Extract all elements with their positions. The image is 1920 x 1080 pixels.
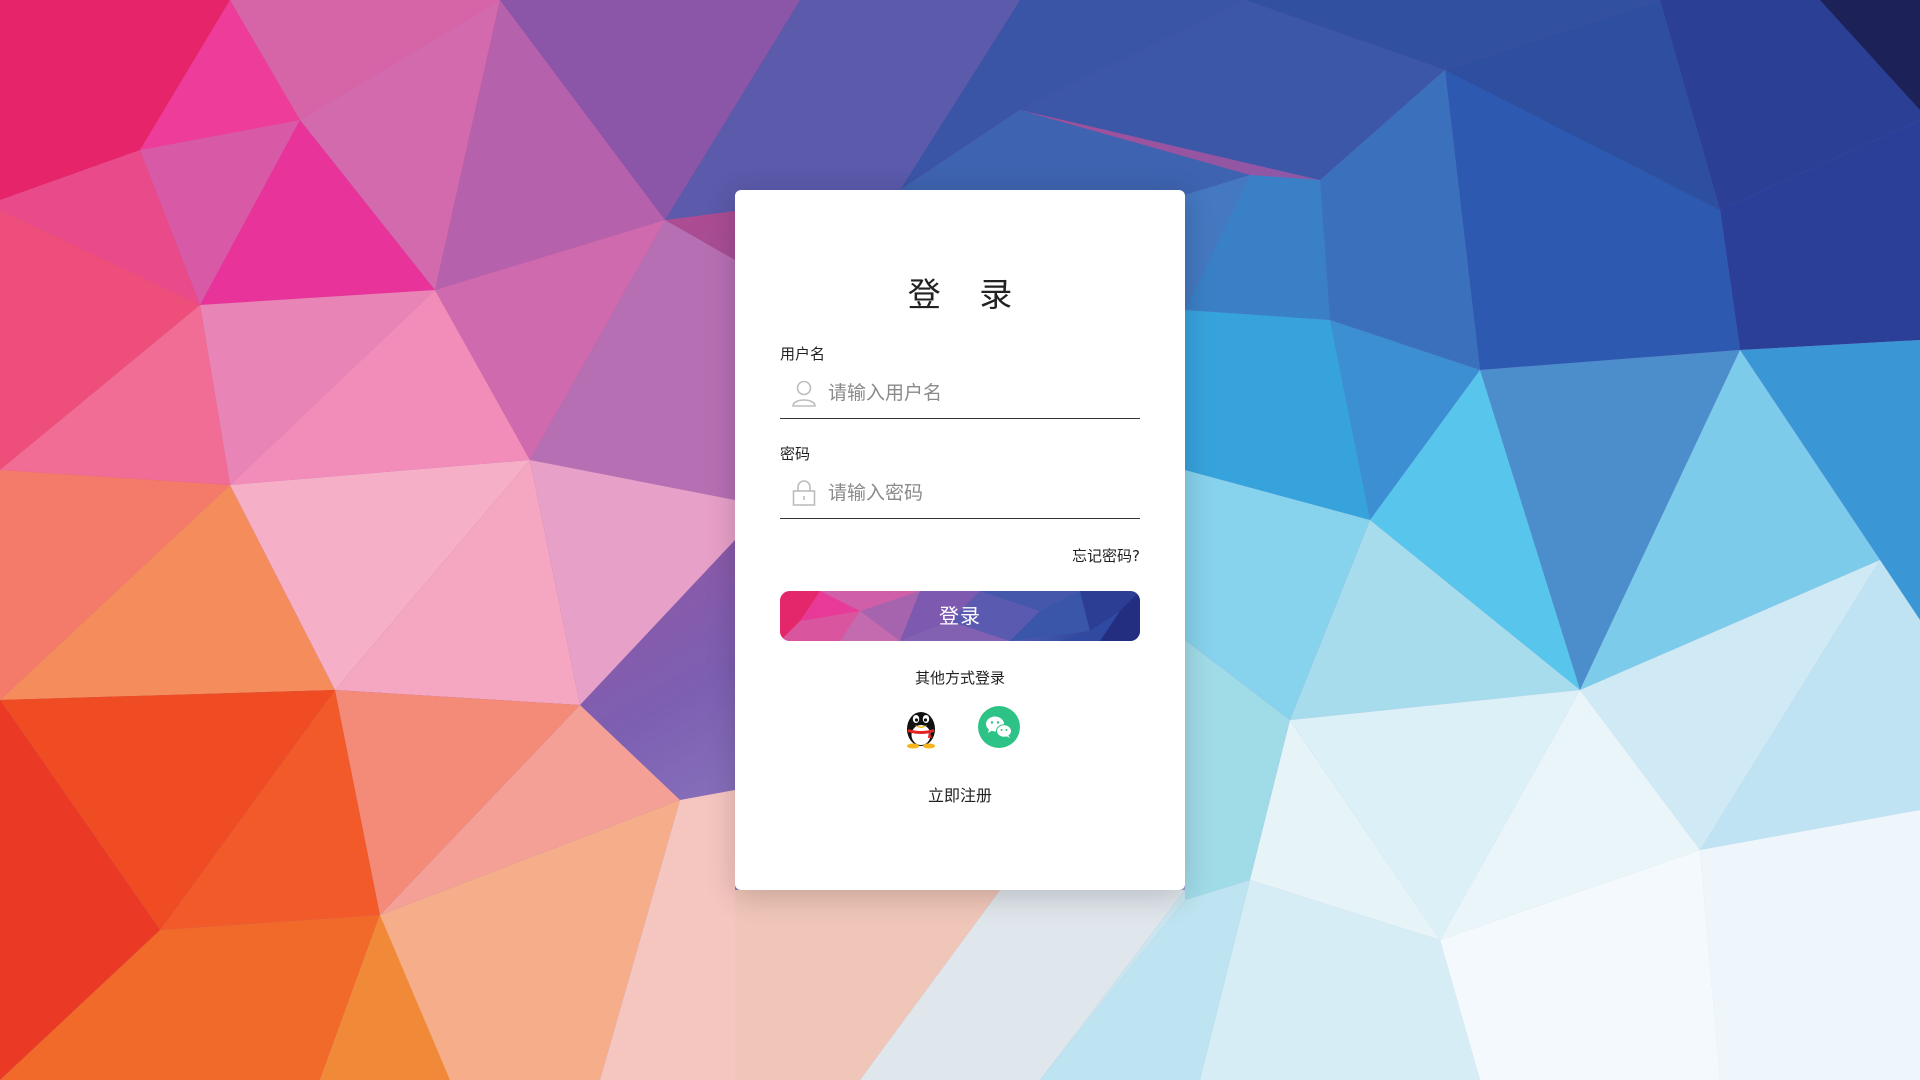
password-label: 密码 <box>780 445 811 463</box>
login-button[interactable]: 登录 <box>780 591 1140 641</box>
social-login-row <box>780 706 1140 749</box>
register-link[interactable]: 立即注册 <box>928 786 992 805</box>
password-field-row <box>780 468 1140 519</box>
lock-icon <box>786 478 822 508</box>
user-icon <box>786 378 822 408</box>
forgot-password-link[interactable]: 忘记密码? <box>1072 547 1140 565</box>
login-card: 登 录 用户名 密码 忘记密码? <box>735 190 1185 890</box>
login-title: 登 录 <box>907 275 1027 314</box>
qq-icon[interactable] <box>900 706 942 749</box>
wechat-icon[interactable] <box>978 706 1020 748</box>
password-input[interactable] <box>822 473 1140 513</box>
other-login-label: 其他方式登录 <box>914 669 1005 687</box>
login-button-label: 登录 <box>939 604 981 628</box>
username-field-row <box>780 368 1140 419</box>
username-label: 用户名 <box>780 345 826 363</box>
username-input[interactable] <box>822 373 1140 413</box>
